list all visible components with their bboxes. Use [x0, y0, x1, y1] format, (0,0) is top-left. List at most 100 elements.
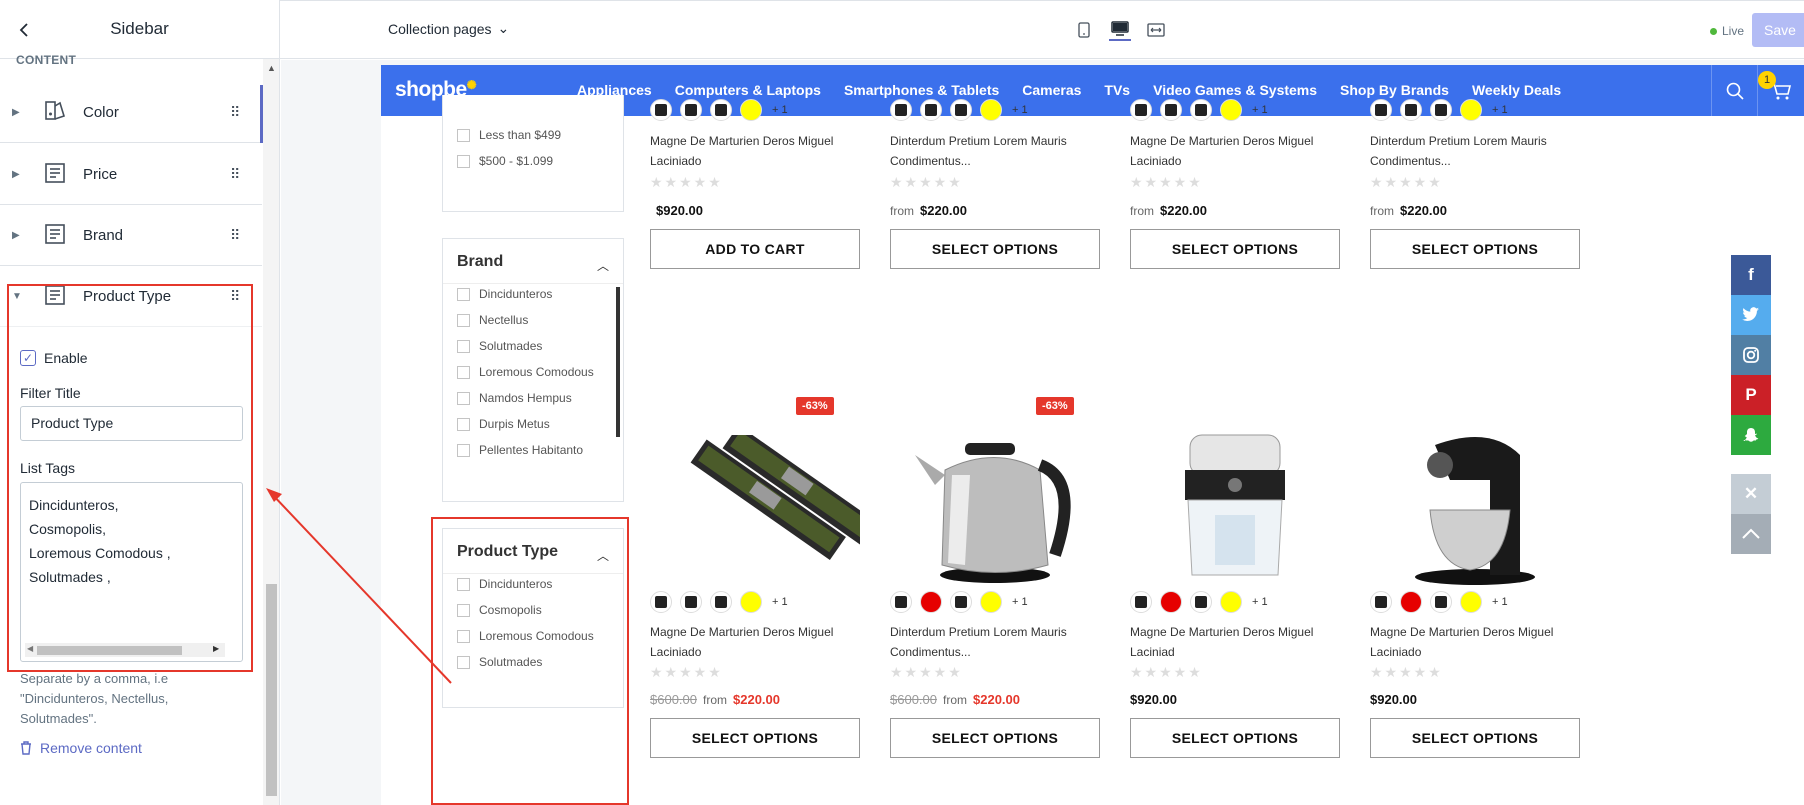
checkbox[interactable]: [457, 339, 470, 353]
water-filter-image[interactable]: [1130, 425, 1340, 585]
variant-swatch[interactable]: [1370, 591, 1392, 613]
menu-item[interactable]: Weekly Deals: [1472, 82, 1561, 98]
yellow-swatch[interactable]: [1220, 591, 1242, 613]
product-name[interactable]: Magne De Marturien Deros Miguel Laciniad…: [1370, 622, 1580, 662]
filter-option[interactable]: Solutmades: [457, 339, 542, 353]
close-icon[interactable]: ✕: [1731, 474, 1771, 514]
filter-option[interactable]: Durpis Metus: [457, 417, 550, 431]
more-swatches[interactable]: + 1: [1012, 596, 1028, 608]
variant-swatch[interactable]: [1190, 99, 1212, 121]
yellow-swatch[interactable]: [1460, 591, 1482, 613]
more-swatches[interactable]: + 1: [1252, 104, 1268, 116]
variant-swatch[interactable]: [1130, 99, 1152, 121]
variant-swatch[interactable]: [1400, 99, 1422, 121]
add-to-cart-button[interactable]: ADD TO CART: [650, 229, 860, 269]
drag-handle-icon[interactable]: ⠿: [230, 104, 240, 121]
variant-swatch[interactable]: [1190, 591, 1212, 613]
filter-option[interactable]: $500 - $1.099: [457, 154, 553, 168]
red-swatch[interactable]: [1400, 591, 1422, 613]
product-name[interactable]: Magne De Marturien Deros Miguel Laciniad…: [650, 622, 860, 662]
product-name[interactable]: Dinterdum Pretium Lorem Mauris Condiment…: [1370, 131, 1580, 171]
page-selector[interactable]: Collection pages ⌄: [388, 20, 509, 37]
checkbox[interactable]: [457, 391, 470, 405]
menu-item[interactable]: Cameras: [1022, 82, 1081, 98]
more-swatches[interactable]: + 1: [772, 104, 788, 116]
checkbox[interactable]: [457, 443, 470, 457]
twitter-icon[interactable]: [1731, 295, 1771, 335]
expand-caret-icon[interactable]: ▶: [12, 107, 20, 118]
snapchat-icon[interactable]: [1731, 415, 1771, 455]
filter-option[interactable]: Pellentes Habitanto: [457, 443, 583, 457]
product-name[interactable]: Dinterdum Pretium Lorem Mauris Condiment…: [890, 622, 1100, 662]
checkbox[interactable]: [457, 313, 470, 327]
expand-caret-icon[interactable]: ▶: [12, 169, 20, 180]
ram-memory-image[interactable]: [650, 435, 860, 585]
search-icon[interactable]: [1711, 65, 1757, 116]
instagram-icon[interactable]: [1731, 335, 1771, 375]
variant-swatch[interactable]: [950, 99, 972, 121]
menu-item[interactable]: Computers & Laptops: [675, 82, 821, 98]
red-swatch[interactable]: [1160, 591, 1182, 613]
product-name[interactable]: Magne De Marturien Deros Miguel Laciniad: [1130, 622, 1340, 662]
select-options-button[interactable]: SELECT OPTIONS: [1130, 718, 1340, 758]
checkbox[interactable]: [457, 154, 470, 168]
yellow-swatch[interactable]: [980, 591, 1002, 613]
checkbox[interactable]: [457, 128, 470, 142]
variant-swatch[interactable]: [1370, 99, 1392, 121]
brand-list-scrollbar[interactable]: [616, 287, 620, 437]
block-color[interactable]: ▶ Color ⠿: [0, 82, 262, 143]
variant-swatch[interactable]: [1130, 591, 1152, 613]
variant-swatch[interactable]: [650, 99, 672, 121]
yellow-swatch[interactable]: [1460, 99, 1482, 121]
product-name[interactable]: Dinterdum Pretium Lorem Mauris Condiment…: [890, 131, 1100, 171]
variant-swatch[interactable]: [650, 591, 672, 613]
desktop-view-icon[interactable]: [1109, 19, 1131, 41]
checkbox[interactable]: [457, 287, 470, 301]
block-brand[interactable]: ▶ Brand ⠿: [0, 205, 262, 266]
more-swatches[interactable]: + 1: [1252, 596, 1268, 608]
variant-swatch[interactable]: [950, 591, 972, 613]
scroll-thumb[interactable]: [266, 584, 277, 796]
select-options-button[interactable]: SELECT OPTIONS: [890, 229, 1100, 269]
block-price[interactable]: ▶ Price ⠿: [0, 144, 262, 205]
drag-handle-icon[interactable]: ⠿: [230, 166, 240, 183]
variant-swatch[interactable]: [1430, 99, 1452, 121]
filter-option[interactable]: Nectellus: [457, 313, 528, 327]
menu-item[interactable]: TVs: [1104, 82, 1130, 98]
variant-swatch[interactable]: [1160, 99, 1182, 121]
chevron-up-icon[interactable]: ︿: [597, 257, 609, 274]
yellow-swatch[interactable]: [1220, 99, 1242, 121]
pinterest-icon[interactable]: P: [1731, 375, 1771, 415]
product-name[interactable]: Magne De Marturien Deros Miguel Laciniad…: [1130, 131, 1340, 171]
scroll-up-icon[interactable]: ▲: [267, 63, 276, 73]
menu-item[interactable]: Smartphones & Tablets: [844, 82, 999, 98]
yellow-swatch[interactable]: [740, 591, 762, 613]
facebook-icon[interactable]: f: [1731, 255, 1771, 295]
variant-swatch[interactable]: [680, 99, 702, 121]
select-options-button[interactable]: SELECT OPTIONS: [1370, 718, 1580, 758]
drag-handle-icon[interactable]: ⠿: [230, 227, 240, 244]
expand-caret-icon[interactable]: ▶: [12, 230, 20, 241]
electric-kettle-image[interactable]: [890, 425, 1100, 585]
variant-swatch[interactable]: [710, 99, 732, 121]
save-button[interactable]: Save: [1752, 13, 1804, 47]
more-swatches[interactable]: + 1: [1492, 596, 1508, 608]
checkbox[interactable]: [457, 417, 470, 431]
more-swatches[interactable]: + 1: [1492, 104, 1508, 116]
filter-option[interactable]: Dincidunteros: [457, 287, 552, 301]
remove-content-button[interactable]: Remove content: [20, 740, 142, 756]
filter-option[interactable]: Less than $499: [457, 128, 561, 142]
more-swatches[interactable]: + 1: [1012, 104, 1028, 116]
filter-option[interactable]: Namdos Hempus: [457, 391, 572, 405]
yellow-swatch[interactable]: [980, 99, 1002, 121]
fullscreen-view-icon[interactable]: [1145, 19, 1167, 41]
menu-item[interactable]: Video Games & Systems: [1153, 82, 1317, 98]
select-options-button[interactable]: SELECT OPTIONS: [650, 718, 860, 758]
variant-swatch[interactable]: [1430, 591, 1452, 613]
product-name[interactable]: Magne De Marturien Deros Miguel Laciniad…: [650, 131, 860, 171]
brand-filter-title[interactable]: Brand: [457, 253, 503, 271]
yellow-swatch[interactable]: [740, 99, 762, 121]
checkbox[interactable]: [457, 365, 470, 379]
stand-mixer-image[interactable]: [1370, 425, 1580, 585]
editor-scrollbar[interactable]: ▲: [263, 59, 279, 805]
